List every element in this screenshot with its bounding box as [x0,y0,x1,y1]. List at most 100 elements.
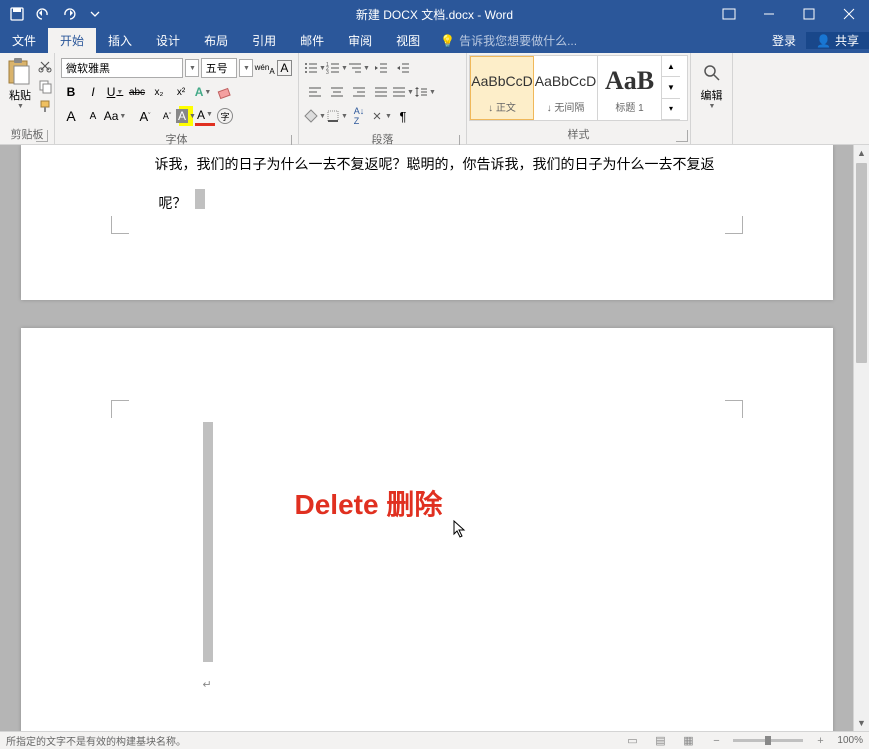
style-preview: AaBbCcD [535,63,596,99]
zoom-out-button[interactable]: − [705,733,727,749]
margin-corner-bl [111,216,129,234]
font-color-button[interactable]: A▼ [195,106,215,126]
borders-button[interactable]: ▼ [327,106,347,126]
zoom-slider[interactable] [733,739,803,742]
find-button[interactable]: 编辑 ▼ [697,57,726,110]
style-name: ↓ 正文 [488,99,516,114]
zoom-thumb[interactable] [765,736,771,745]
minimize-icon[interactable] [749,0,789,28]
close-icon[interactable] [829,0,869,28]
sort-button[interactable]: A↓Z [349,106,369,126]
scroll-thumb[interactable] [856,163,867,363]
justify-button[interactable] [371,82,391,102]
tab-review[interactable]: 审阅 [336,28,384,53]
italic-button[interactable]: I [83,82,103,102]
ribbon-display-icon[interactable] [709,0,749,28]
style-normal[interactable]: AaBbCcD ↓ 正文 [470,56,534,120]
show-marks-button[interactable]: ¶ [393,106,413,126]
share-button[interactable]: 👤 共享 [806,32,869,49]
char-border-icon[interactable]: A [277,60,292,76]
grow-font-button[interactable]: A [61,106,81,126]
tab-view[interactable]: 视图 [384,28,432,53]
decrease-indent-button[interactable] [371,58,391,78]
tab-layout[interactable]: 布局 [192,28,240,53]
clear-formatting-icon[interactable] [215,82,235,102]
tab-mailings[interactable]: 邮件 [288,28,336,53]
style-scroll-up[interactable]: ▲ [662,56,680,77]
style-preview: AaB [605,63,654,99]
multilevel-list-button[interactable]: ▼ [349,58,369,78]
scroll-down[interactable]: ▼ [854,715,869,731]
document-area[interactable]: 诉我，我们的日子为什么一去不复返呢？聪明的，你告诉我，我们的日子为什么一去不复返… [0,145,853,731]
underline-button[interactable]: U▼ [105,82,125,102]
body-text-line2[interactable]: 呢？ [159,193,187,213]
font-size-dropdown[interactable]: ▼ [239,59,252,77]
styles-group-label: 样式 [469,126,688,142]
style-no-spacing[interactable]: AaBbCcD ↓ 无间隔 [534,56,598,120]
zoom-level[interactable]: 100% [837,735,863,746]
paragraph-mark [195,189,205,209]
align-left-button[interactable] [305,82,325,102]
redo-icon[interactable] [58,3,80,25]
tab-file[interactable]: 文件 [0,28,48,53]
paste-button[interactable]: 粘贴 ▼ [6,57,34,121]
highlight-button[interactable]: A▼ [179,106,193,126]
text-effects-button[interactable]: A▼ [193,82,213,102]
style-heading1[interactable]: AaB 标题 1 [598,56,662,120]
save-icon[interactable] [6,3,28,25]
font-name-dropdown[interactable]: ▼ [185,59,198,77]
font-size-combo[interactable]: 五号 [201,58,238,78]
qat-customize-icon[interactable] [84,3,106,25]
zoom-in-button[interactable]: + [809,733,831,749]
distributed-button[interactable]: ▼ [393,82,413,102]
paste-icon [6,57,34,87]
tab-design[interactable]: 设计 [144,28,192,53]
phonetic-guide-icon[interactable]: wénA [255,58,275,78]
strikethrough-button[interactable]: abc [127,82,147,102]
quick-access-toolbar [0,3,106,25]
maximize-icon[interactable] [789,0,829,28]
increase-indent-button[interactable] [393,58,413,78]
cut-icon[interactable] [36,57,54,75]
char-scaling-button[interactable]: Aˇ [157,106,177,126]
format-painter-icon[interactable] [36,97,54,115]
share-icon: 👤 [816,34,831,48]
login-button[interactable]: 登录 [762,32,806,49]
font-name-combo[interactable]: 微软雅黑 [61,58,183,78]
asian-layout-button[interactable]: ▼ [371,106,391,126]
tab-insert[interactable]: 插入 [96,28,144,53]
print-layout-icon[interactable]: ▤ [649,733,671,749]
tab-references[interactable]: 引用 [240,28,288,53]
web-layout-icon[interactable]: ▦ [677,733,699,749]
style-name: ↓ 无间隔 [547,99,585,114]
numbering-button[interactable]: 123▼ [327,58,347,78]
change-case-button[interactable]: Aa▼ [105,106,125,126]
tell-me-search[interactable]: 💡 告诉我您想要做什么... [440,28,577,53]
align-center-button[interactable] [327,82,347,102]
status-message: 所指定的文字不是有效的构建基块名称。 [6,733,621,748]
style-expand[interactable]: ▾ [662,99,680,120]
line-spacing-button[interactable]: ▼ [415,82,435,102]
style-scroll-down[interactable]: ▼ [662,77,680,98]
bold-button[interactable]: B [61,82,81,102]
superscript-button[interactable]: x² [171,82,191,102]
shrink-font-button[interactable]: A [83,106,103,126]
share-label: 共享 [835,32,859,49]
body-text-line1[interactable]: 诉我，我们的日子为什么一去不复返呢？聪明的，你告诉我，我们的日子为什么一去不复返 [127,155,743,177]
read-mode-icon[interactable]: ▭ [621,733,643,749]
undo-icon[interactable] [32,3,54,25]
char-shading-button[interactable]: Aˇ [135,106,155,126]
scroll-up[interactable]: ▲ [854,145,869,161]
align-right-button[interactable] [349,82,369,102]
tab-home[interactable]: 开始 [48,28,96,53]
enclose-char-button[interactable]: 字 [217,108,233,124]
shading-button[interactable]: ▼ [305,106,325,126]
copy-icon[interactable] [36,77,54,95]
page-1: 诉我，我们的日子为什么一去不复返呢？聪明的，你告诉我，我们的日子为什么一去不复返… [21,145,833,300]
clipboard-launcher[interactable] [36,130,48,142]
margin-corner-tr [725,400,743,418]
styles-launcher[interactable] [676,130,688,142]
group-editing: 编辑 ▼ [691,53,733,144]
subscript-button[interactable]: x₂ [149,82,169,102]
bullets-button[interactable]: ▼ [305,58,325,78]
